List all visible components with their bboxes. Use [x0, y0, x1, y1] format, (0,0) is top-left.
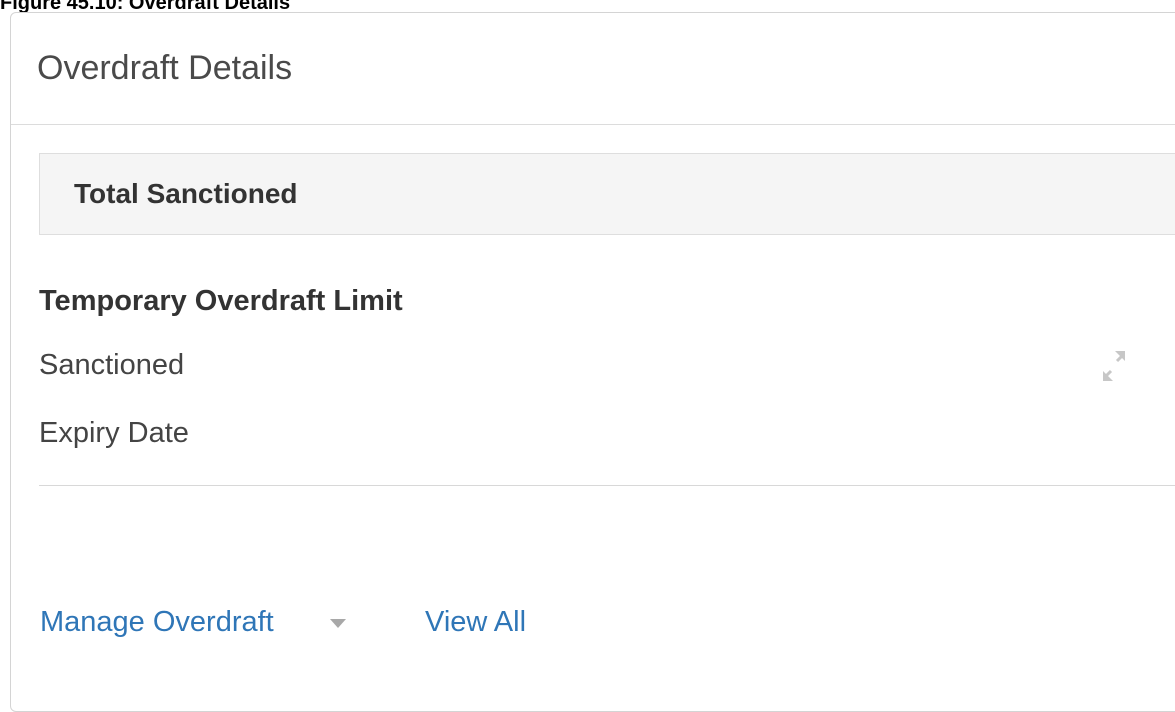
manage-overdraft-link[interactable]: Manage Overdraft	[40, 606, 274, 639]
panel-header: Overdraft Details	[11, 13, 1175, 125]
expand-icon-graphic	[1103, 351, 1125, 381]
view-all-link[interactable]: View All	[425, 606, 526, 639]
expiry-date-label: Expiry Date	[39, 417, 189, 449]
panel-title: Overdraft Details	[37, 49, 293, 87]
expand-icon[interactable]	[1089, 341, 1139, 391]
temporary-overdraft-limit-heading: Temporary Overdraft Limit	[39, 285, 403, 317]
section-divider	[39, 485, 1175, 486]
sanctioned-label: Sanctioned	[39, 349, 185, 381]
total-sanctioned-label: Total Sanctioned	[74, 178, 298, 209]
caret-down-icon[interactable]	[330, 619, 346, 628]
total-sanctioned-box: Total Sanctioned	[39, 153, 1175, 235]
